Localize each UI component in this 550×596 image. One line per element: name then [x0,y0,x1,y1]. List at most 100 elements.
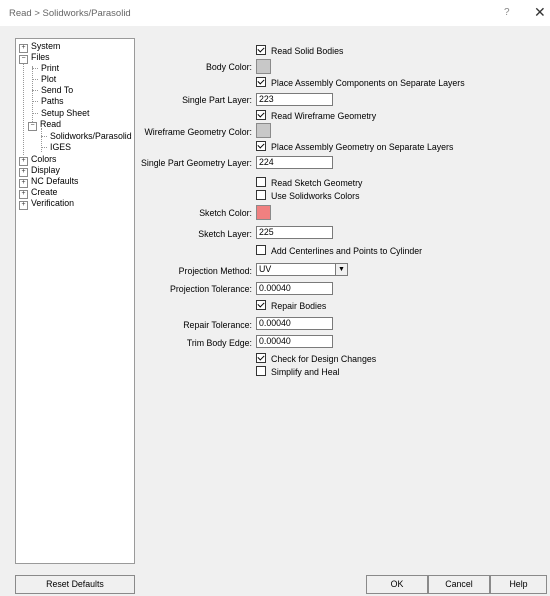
tree-item-label: Files [31,52,50,62]
tree-connector [32,90,38,91]
projection-method-select[interactable]: UV ▼ [256,263,348,276]
checkbox-label: Use Solidworks Colors [271,191,360,201]
tree-item-nc-defaults[interactable]: + NC Defaults [19,176,78,188]
single-part-geometry-layer-label: Single Part Geometry Layer: [141,158,252,168]
tree-item-send-to[interactable]: Send To [32,85,74,95]
place-assembly-geometry-checkbox[interactable]: Place Assembly Geometry on Separate Laye… [256,141,453,152]
tree-item-setup-sheet[interactable]: Setup Sheet [32,108,90,118]
body-color-swatch[interactable] [256,59,271,74]
read-wireframe-geometry-checkbox[interactable]: Read Wireframe Geometry [256,110,376,121]
tree-item-plot[interactable]: Plot [32,74,57,84]
read-sketch-geometry-checkbox[interactable]: Read Sketch Geometry [256,177,362,188]
checkbox-box[interactable] [256,245,266,255]
add-centerlines-checkbox[interactable]: Add Centerlines and Points to Cylinder [256,245,422,256]
tree-item-print[interactable]: Print [32,63,60,73]
sketch-layer-input[interactable]: 225 [256,226,333,239]
checkbox-box[interactable] [256,300,266,310]
checkbox-label: Read Sketch Geometry [271,178,363,188]
check-design-changes-checkbox[interactable]: Check for Design Changes [256,353,376,364]
checkbox-box[interactable] [256,353,266,363]
single-part-geometry-layer-input[interactable]: 224 [256,156,333,169]
sketch-layer-label: Sketch Layer: [198,229,252,239]
checkbox-box[interactable] [256,77,266,87]
repair-tolerance-label: Repair Tolerance: [183,320,252,330]
window-title: Read > Solidworks/Parasolid [9,8,131,19]
simplify-and-heal-checkbox[interactable]: Simplify and Heal [256,366,339,377]
checkbox-box[interactable] [256,177,266,187]
tree-connector [41,147,47,148]
checkbox-label: Repair Bodies [271,301,327,311]
checkbox-box[interactable] [256,110,266,120]
projection-method-label: Projection Method: [178,266,252,276]
chevron-down-icon[interactable]: ▼ [335,264,347,275]
tree-item-display[interactable]: + Display [19,165,60,177]
single-part-layer-input[interactable]: 223 [256,93,333,106]
tree-item-label: Read [40,119,62,129]
tree-item-files[interactable]: − Files [19,52,50,64]
tree-item-label: Print [41,63,60,73]
place-assembly-components-checkbox[interactable]: Place Assembly Components on Separate La… [256,77,465,88]
tree-connector [32,68,38,69]
checkbox-label: Check for Design Changes [271,354,377,364]
tree-item-colors[interactable]: + Colors [19,154,57,166]
wireframe-geometry-color-label: Wireframe Geometry Color: [144,127,252,137]
wireframe-color-swatch[interactable] [256,123,271,138]
trim-body-edge-label: Trim Body Edge: [186,338,252,348]
help-button[interactable]: Help [490,575,547,594]
checkbox-label: Place Assembly Geometry on Separate Laye… [271,142,454,152]
checkbox-label: Add Centerlines and Points to Cylinder [271,246,423,256]
tree-item-label: Colors [31,154,57,164]
tree-item-label: Create [31,187,58,197]
single-part-layer-label: Single Part Layer: [182,95,252,105]
cancel-button[interactable]: Cancel [428,575,490,594]
use-solidworks-colors-checkbox[interactable]: Use Solidworks Colors [256,190,359,201]
collapse-icon[interactable]: − [19,55,28,64]
sketch-color-swatch[interactable] [256,205,271,220]
checkbox-label: Read Solid Bodies [271,46,344,56]
tree-item-read[interactable]: − Read [28,119,62,131]
sketch-color-label: Sketch Color: [199,208,252,218]
ok-button[interactable]: OK [366,575,428,594]
tree-item-paths[interactable]: Paths [32,96,64,106]
tree-item-label: Send To [41,85,74,95]
projection-tolerance-label: Projection Tolerance: [170,284,252,294]
projection-tolerance-input[interactable]: 0.00040 [256,282,333,295]
checkbox-box[interactable] [256,190,266,200]
tree-item-solidworks-parasolid[interactable]: Solidworks/Parasolid [41,131,132,141]
repair-tolerance-input[interactable]: 0.00040 [256,317,333,330]
trim-body-edge-input[interactable]: 0.00040 [256,335,333,348]
tree-item-label: Plot [41,74,57,84]
tree-item-system[interactable]: + System [19,41,61,53]
checkbox-label: Simplify and Heal [271,367,340,377]
tree-item-verification[interactable]: + Verification [19,198,74,210]
tree-connector [41,136,47,137]
tree-item-label: Solidworks/Parasolid [50,131,132,141]
tree-item-label: Display [31,165,60,175]
repair-bodies-checkbox[interactable]: Repair Bodies [256,300,326,311]
tree-item-iges[interactable]: IGES [41,142,72,152]
collapse-icon[interactable]: − [28,122,37,131]
checkbox-box[interactable] [256,45,266,55]
body-color-label: Body Color: [206,62,252,72]
tree-connector [32,79,38,80]
checkbox-label: Place Assembly Components on Separate La… [271,78,465,88]
checkbox-box[interactable] [256,366,266,376]
read-solid-bodies-checkbox[interactable]: Read Solid Bodies [256,45,343,56]
projection-method-value: UV [259,264,272,274]
tree-item-label: Setup Sheet [41,108,90,118]
checkbox-box[interactable] [256,141,266,151]
help-icon[interactable]: ? [504,7,510,18]
reset-defaults-button[interactable]: Reset Defaults [15,575,135,594]
checkbox-label: Read Wireframe Geometry [271,111,377,121]
tree-connector [32,101,38,102]
title-bar: Read > Solidworks/Parasolid ? ✕ [0,0,550,26]
tree-item-label: IGES [50,142,72,152]
close-icon[interactable]: ✕ [534,4,546,21]
tree-item-label: System [31,41,61,51]
tree-item-label: Paths [41,96,64,106]
tree-connector [32,113,38,114]
tree-connector [23,55,24,155]
settings-tree[interactable]: + System − Files Print Plot Send To Paths … [15,38,135,564]
tree-item-create[interactable]: + Create [19,187,58,199]
expand-icon[interactable]: + [19,201,28,210]
